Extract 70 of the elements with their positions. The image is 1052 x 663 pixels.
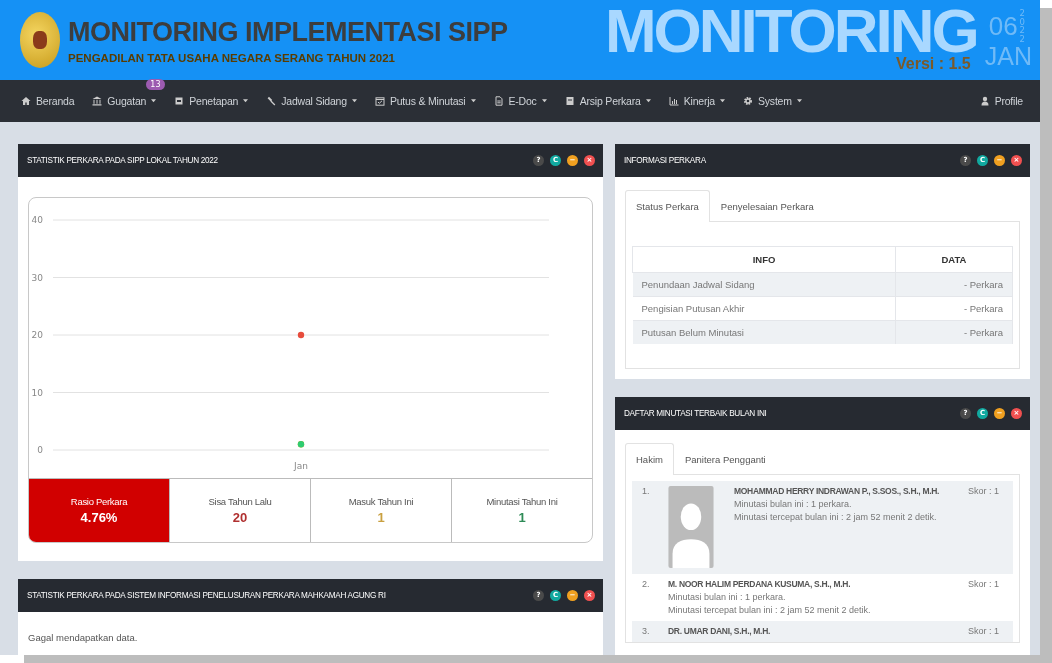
stat-value: 4.76% [80,510,118,525]
nav-menu-item[interactable]: Putus & Minutasi [365,89,485,113]
emblem-icon [20,12,60,68]
person-name: MOHAMMAD HERRY INDRAWAN P., S.SOS., S.H., M.H. [734,486,941,496]
score-label: Skor : 1 [968,486,999,496]
tab[interactable]: Penyelesaian Perkara [709,190,825,222]
nav-menu-item[interactable]: Beranda [12,89,84,113]
date-month: JAN [984,43,1032,71]
rank-number: 2. [642,579,651,589]
axis-tick-label: 10 [31,387,43,398]
nav-menu-item[interactable]: System [734,89,811,113]
panel-title: INFORMASI PERKARA [624,156,706,165]
score-label: Skor : 1 [968,626,999,636]
person-name: DR. UMAR DANI, S.H., M.H. [668,626,772,636]
count-badge: 13 [146,79,165,90]
version-label: Versi : 1.5 [896,55,971,73]
tab[interactable]: Hakim [625,443,674,475]
axis-tick-label: 40 [31,215,43,225]
stat-label: Rasio Perkara [70,496,128,507]
nav-menu-item[interactable]: Jadwal Sidang [257,89,366,113]
nav-menu-item[interactable]: Arsip Perkara [555,89,660,113]
table-cell: - Perkara [895,272,1013,297]
file-icon [493,96,504,106]
stat-text: Minutasi tercepat bulan ini : 2 jam 52 menit 2 detik. [734,512,938,522]
stat-text: Minutasi bulan ini : 1 perkara. [734,499,853,509]
panel-title: STATISTIK PERKARA PADA SISTEM INFORMASI PENELUSURAN PERKARA MAHKAMAH AGUNG RI [27,591,386,600]
rank-number: 3. [642,626,651,636]
axis-category-label: Jan [294,461,308,471]
person-name: M. NOOR HALIM PERDANA KUSUMA, S.H., M.H. [668,579,852,589]
axis-tick-label: 20 [31,330,43,340]
square-icon [174,96,185,106]
profile-link[interactable]: Profile [970,89,1032,113]
axis-tick-label: 30 [31,272,43,283]
stat-value: 1 [377,510,385,525]
table-cell: Penundaan Jadwal Sidang [632,272,896,297]
score-label: Skor : 1 [968,579,999,589]
app-title: MONITORING IMPLEMENTASI SIPP [68,16,508,48]
stat-value: 1 [518,510,526,525]
bank-icon [92,96,103,106]
table-cell: - Perkara [895,320,1013,344]
settings-icon [743,96,753,106]
nav-menu-item[interactable]: Gugatan [83,89,166,113]
nav-menu-item[interactable]: Kinerja [659,89,734,113]
banner-text: MONITORING [604,7,977,56]
date-year: 2022 [1019,9,1026,44]
status-message: Gagal mendapatkan data. [28,632,139,643]
panel-title: DAFTAR MINUTASI TERBAIK BULAN INI [624,409,767,418]
panel-title: STATISTIK PERKARA PADA SIPP LOKAL TAHUN 2022 [27,156,218,165]
stat-label: Sisa Tahun Lalu [208,496,272,507]
column-header: DATA [895,246,1013,273]
stat-label: Minutasi Tahun Ini [486,496,558,507]
rank-number: 1. [642,486,651,496]
calendar-icon [374,96,385,106]
nav-menu-item[interactable]: E-Doc [484,89,556,113]
stat-text: Minutasi tercepat bulan ini : 2 jam 52 menit 2 detik. [668,605,872,615]
archive-icon [564,96,575,106]
table-cell: Putusan Belum Minutasi [632,320,896,344]
bar-chart-icon [668,96,679,106]
column-header: INFO [632,246,896,273]
stat-label: Masuk Tahun Ini [348,496,414,507]
stat-value: 20 [232,510,248,525]
app-subtitle: PENGADILAN TATA USAHA NEGARA SERANG TAHUN 2021 [68,51,396,64]
home-icon [21,96,31,106]
user-icon [979,96,990,106]
axis-tick-label: 0 [37,445,43,455]
tab[interactable]: Status Perkara [625,190,710,222]
stat-text: Minutasi bulan ini : 1 perkara. [668,592,787,602]
nav-menu-item[interactable]: Penetapan [165,89,258,113]
tab[interactable]: Panitera Pengganti [673,443,777,475]
date-day: 06 [988,13,1018,40]
